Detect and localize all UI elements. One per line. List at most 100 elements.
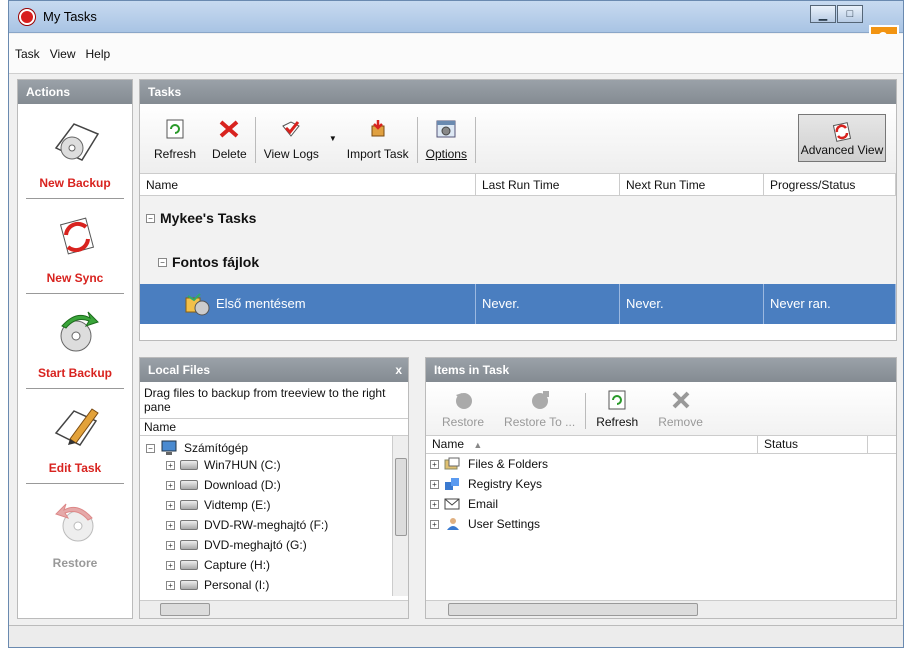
start-backup-action[interactable]: Start Backup	[18, 294, 132, 389]
tree-drive[interactable]: + DVD-meghajtó (G:)	[166, 538, 307, 552]
item-label: Email	[468, 497, 499, 511]
refresh-button[interactable]: Refresh	[146, 117, 204, 173]
expand-icon[interactable]: +	[166, 520, 175, 530]
tree-root[interactable]: − Számítógép	[146, 440, 248, 456]
task-subgroup-label: Fontos fájlok	[172, 254, 260, 270]
dvd-drive-icon	[180, 540, 198, 550]
delete-icon	[216, 117, 242, 141]
tree-horizontal-scrollbar[interactable]	[140, 600, 408, 618]
item-label: User Settings	[468, 517, 541, 531]
items-refresh-label: Refresh	[596, 415, 639, 429]
drive-label: Vidtemp (E:)	[204, 498, 271, 512]
maximize-button[interactable]: □	[837, 5, 863, 23]
minimize-button[interactable]: ▁	[810, 5, 836, 23]
advanced-view-button[interactable]: Advanced View	[798, 114, 886, 162]
chevron-down-icon: ▼	[328, 134, 337, 143]
collapse-icon[interactable]: −	[146, 443, 155, 453]
local-files-description: Drag files to backup from treeview to th…	[144, 386, 386, 414]
task-group[interactable]: − Mykee's Tasks	[140, 196, 896, 240]
col-next-run[interactable]: Next Run Time	[620, 174, 764, 195]
remove-label: Remove	[658, 415, 703, 429]
new-sync-icon	[59, 217, 95, 255]
drive-label: Win7HUN (C:)	[204, 458, 281, 472]
import-task-button[interactable]: Import Task	[339, 117, 417, 173]
items-in-task-panel: Items in Task Restore Restore To ... Ref…	[425, 357, 897, 619]
window-title: My Tasks	[43, 9, 97, 24]
col-status[interactable]: Progress/Status	[764, 174, 896, 195]
expand-icon[interactable]: +	[430, 459, 439, 469]
col-name[interactable]: Name	[140, 174, 476, 195]
expand-icon[interactable]: +	[166, 560, 175, 570]
expand-icon[interactable]: +	[430, 519, 439, 529]
expand-icon[interactable]: +	[166, 460, 175, 470]
menu-view[interactable]: View	[50, 47, 76, 61]
tree-column-name[interactable]: Name	[140, 418, 408, 436]
new-backup-action[interactable]: New Backup	[18, 104, 132, 199]
edit-task-label: Edit Task	[48, 461, 102, 475]
tree-drive[interactable]: + Win7HUN (C:)	[166, 458, 281, 472]
collapse-icon[interactable]: −	[146, 213, 155, 223]
item-row[interactable]: + Files & Folders	[426, 454, 896, 474]
edit-task-action[interactable]: Edit Task	[18, 389, 132, 484]
task-next-run: Never.	[620, 284, 764, 324]
tasks-header: Tasks	[140, 80, 896, 104]
restore-action[interactable]: Restore	[18, 484, 132, 579]
expand-icon[interactable]: +	[166, 580, 175, 590]
start-backup-label: Start Backup	[37, 366, 113, 380]
items-col-status[interactable]: Status	[758, 436, 868, 453]
restore-icon	[450, 389, 476, 411]
title-bar[interactable]: My Tasks ▁ □	[9, 1, 903, 33]
email-icon	[444, 498, 460, 510]
remove-button[interactable]: Remove	[648, 389, 713, 435]
tree-vertical-scrollbar[interactable]	[392, 436, 408, 596]
item-label: Files & Folders	[468, 457, 549, 471]
expand-icon[interactable]: +	[430, 499, 439, 509]
drive-icon	[180, 580, 198, 590]
drive-icon	[180, 560, 198, 570]
drive-label: Personal (I:)	[204, 578, 270, 592]
task-status: Never ran.	[764, 284, 896, 324]
items-col-name[interactable]: Name ▲	[426, 436, 758, 453]
registry-keys-icon	[445, 478, 459, 490]
task-subgroup[interactable]: − Fontos fájlok	[140, 240, 896, 284]
collapse-icon[interactable]: −	[158, 257, 167, 267]
restore-to-button[interactable]: Restore To ...	[494, 389, 585, 435]
tree-drive[interactable]: + Personal (I:)	[166, 578, 269, 592]
options-button[interactable]: Options	[418, 117, 475, 173]
tree-drive[interactable]: + Download (D:)	[166, 478, 281, 492]
view-logs-dropdown[interactable]: ▼	[327, 134, 339, 173]
item-row[interactable]: + User Settings	[426, 514, 896, 534]
new-sync-action[interactable]: New Sync	[18, 199, 132, 294]
tree-drive[interactable]: + Vidtemp (E:)	[166, 498, 270, 512]
delete-button[interactable]: Delete	[204, 117, 255, 173]
task-row[interactable]: Első mentésem Never. Never. Never ran.	[140, 284, 896, 324]
item-row[interactable]: + Email	[426, 494, 896, 514]
tree-drive[interactable]: + DVD-RW-meghajtó (F:)	[166, 518, 328, 532]
items-header: Items in Task	[426, 358, 896, 382]
remove-icon	[668, 389, 694, 411]
items-horizontal-scrollbar[interactable]	[426, 600, 896, 618]
computer-icon	[161, 440, 177, 455]
close-icon[interactable]: x	[395, 358, 402, 382]
menu-task[interactable]: Task	[15, 47, 40, 61]
expand-icon[interactable]: +	[166, 500, 175, 510]
expand-icon[interactable]: +	[166, 540, 175, 550]
restore-to-label: Restore To ...	[504, 415, 576, 429]
expand-icon[interactable]: +	[430, 479, 439, 489]
menu-bar: Task View Help	[9, 34, 903, 74]
advanced-view-icon	[832, 122, 852, 142]
item-row[interactable]: + Registry Keys	[426, 474, 896, 494]
restore-button[interactable]: Restore	[432, 389, 494, 435]
task-package-icon	[185, 293, 210, 316]
edit-task-icon	[54, 408, 99, 446]
col-last-run[interactable]: Last Run Time	[476, 174, 620, 195]
tree-drive[interactable]: + Capture (H:)	[166, 558, 270, 572]
new-sync-label: New Sync	[46, 271, 104, 285]
refresh-icon	[604, 389, 630, 411]
menu-help[interactable]: Help	[85, 47, 110, 61]
view-logs-button[interactable]: View Logs	[256, 117, 327, 173]
items-grid-header: Name ▲ Status	[426, 436, 896, 454]
expand-icon[interactable]: +	[166, 480, 175, 490]
items-refresh-button[interactable]: Refresh	[586, 389, 648, 435]
tasks-panel: Tasks Refresh Delete View Logs ▼ Import …	[139, 79, 897, 341]
